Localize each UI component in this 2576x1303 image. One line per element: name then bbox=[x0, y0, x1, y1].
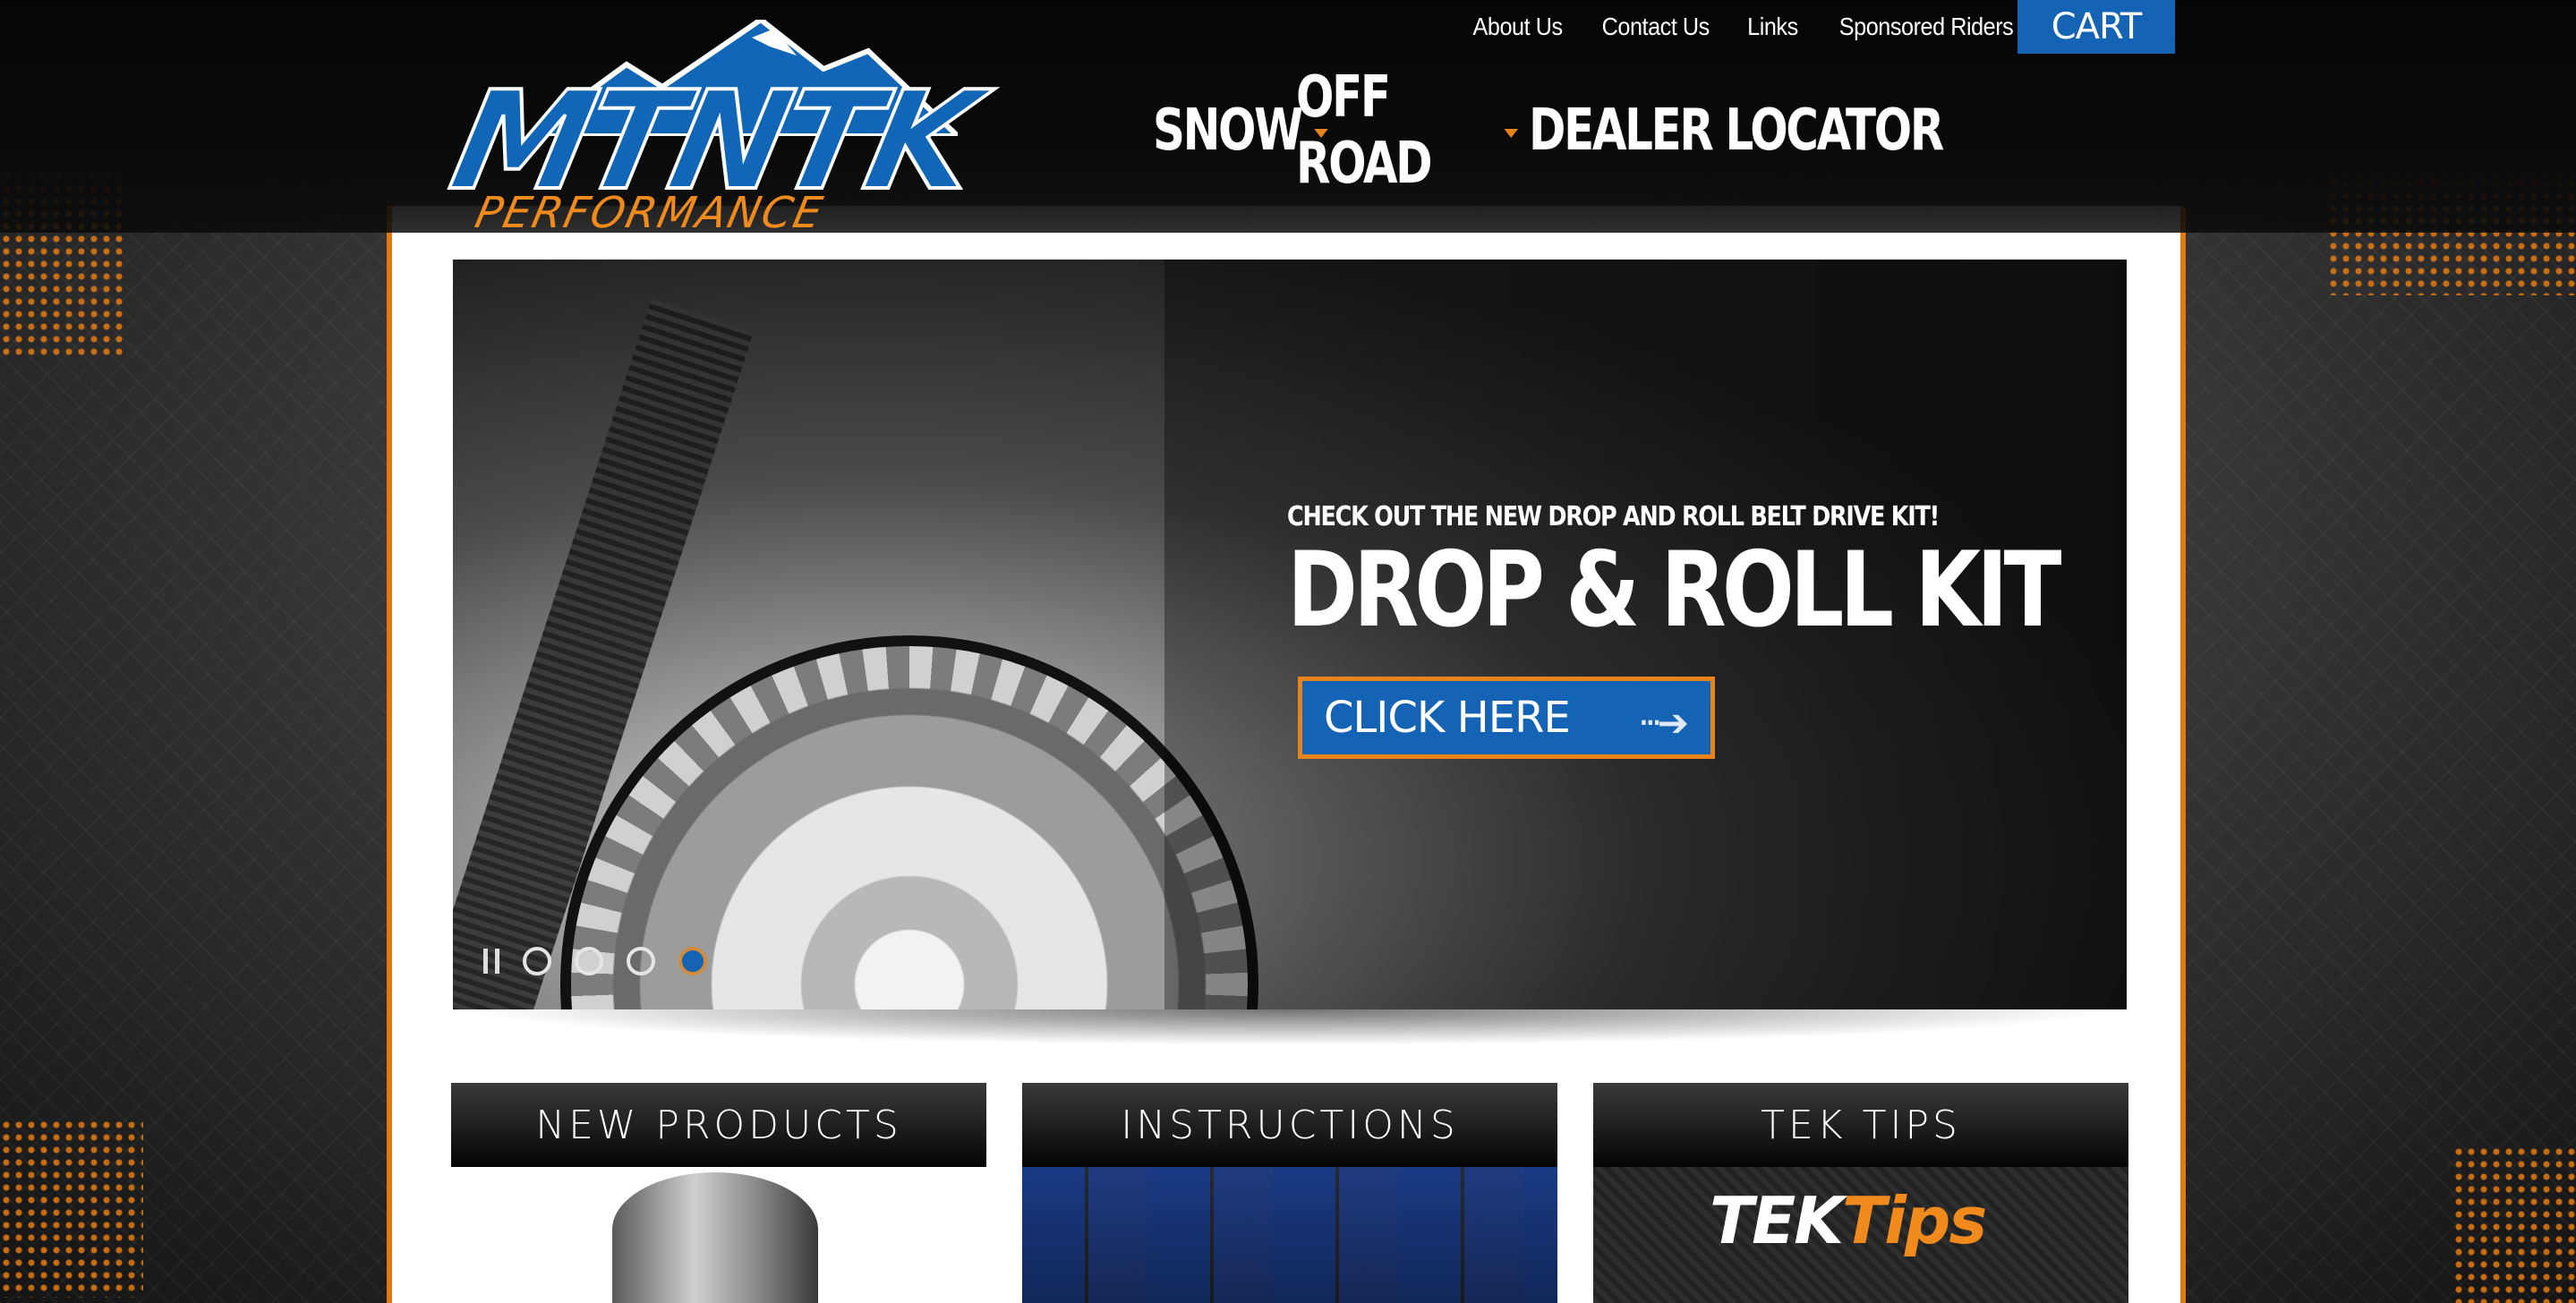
section-new-products[interactable]: NEW PRODUCTS bbox=[451, 1083, 986, 1303]
instructions-thumbnail bbox=[1022, 1167, 1557, 1303]
tek-tips-logo: TEKTips bbox=[1710, 1183, 1987, 1258]
link-sponsored-riders[interactable]: Sponsored Riders bbox=[1838, 13, 2013, 41]
slide-kicker: CHECK OUT THE NEW DROP AND ROLL BELT DRI… bbox=[1287, 501, 1940, 532]
tek-tips-logo-part2: Tips bbox=[1842, 1183, 1987, 1258]
pause-icon[interactable] bbox=[483, 949, 499, 974]
slider-dot-2[interactable] bbox=[575, 947, 603, 975]
slider-dot-1[interactable] bbox=[523, 947, 551, 975]
nav-item-snow-label: SNOW bbox=[1153, 98, 1303, 164]
main-nav: SNOW OFF ROAD DEALER LOCATOR bbox=[1153, 64, 2059, 197]
nav-item-dealer-locator[interactable]: DEALER LOCATOR bbox=[1529, 98, 1944, 164]
slider-controls bbox=[483, 947, 759, 975]
nav-item-off-road-label: OFF ROAD bbox=[1296, 64, 1433, 197]
link-contact-us[interactable]: Contact Us bbox=[1602, 13, 1710, 41]
link-about-us[interactable]: About Us bbox=[1473, 13, 1564, 41]
slider-dot-3[interactable] bbox=[627, 947, 655, 975]
nav-item-off-road[interactable]: OFF ROAD bbox=[1296, 64, 1519, 197]
section-tek-tips[interactable]: TEK TIPS TEKTips bbox=[1593, 1083, 2128, 1303]
section-instructions[interactable]: INSTRUCTIONS bbox=[1022, 1083, 1557, 1303]
page: MTNTK PERFORMANCE About Us Contact Us Li… bbox=[0, 0, 2576, 1303]
slider-dot-4-active[interactable] bbox=[678, 947, 707, 975]
section-title: TEK TIPS bbox=[1593, 1083, 2128, 1167]
slide-caption: CHECK OUT THE NEW DROP AND ROLL BELT DRI… bbox=[1287, 501, 2227, 645]
section-title: NEW PRODUCTS bbox=[451, 1083, 986, 1167]
section-title: INSTRUCTIONS bbox=[1022, 1083, 1557, 1167]
dotted-arrow-right-icon: ···➔ bbox=[1637, 701, 1689, 745]
nav-item-dealer-locator-label: DEALER LOCATOR bbox=[1529, 98, 1944, 164]
logo-tagline: PERFORMANCE bbox=[471, 188, 829, 238]
new-product-thumbnail bbox=[612, 1172, 818, 1303]
nav-item-snow[interactable]: SNOW bbox=[1153, 98, 1328, 164]
tek-tips-logo-part1: TEK bbox=[1710, 1183, 1844, 1258]
slider-dot-5[interactable] bbox=[730, 947, 759, 975]
cart-button[interactable]: CART bbox=[2017, 0, 2175, 54]
slide-headline: DROP & ROLL KIT bbox=[1287, 530, 2062, 651]
caret-down-icon bbox=[1504, 129, 1519, 138]
decor-splatter-right-bottom bbox=[2452, 1145, 2576, 1303]
utility-nav: About Us Contact Us Links Sponsored Ride… bbox=[1468, 13, 2023, 41]
slide-cta-label: CLICK HERE bbox=[1324, 693, 1571, 743]
slide-cta-button[interactable]: CLICK HERE ···➔ bbox=[1298, 677, 1715, 759]
link-links[interactable]: Links bbox=[1747, 13, 1798, 41]
decor-splatter-left-bottom bbox=[0, 1119, 143, 1298]
site-logo[interactable]: MTNTK PERFORMANCE bbox=[438, 20, 1038, 238]
slider-shadow bbox=[465, 1009, 2112, 1045]
